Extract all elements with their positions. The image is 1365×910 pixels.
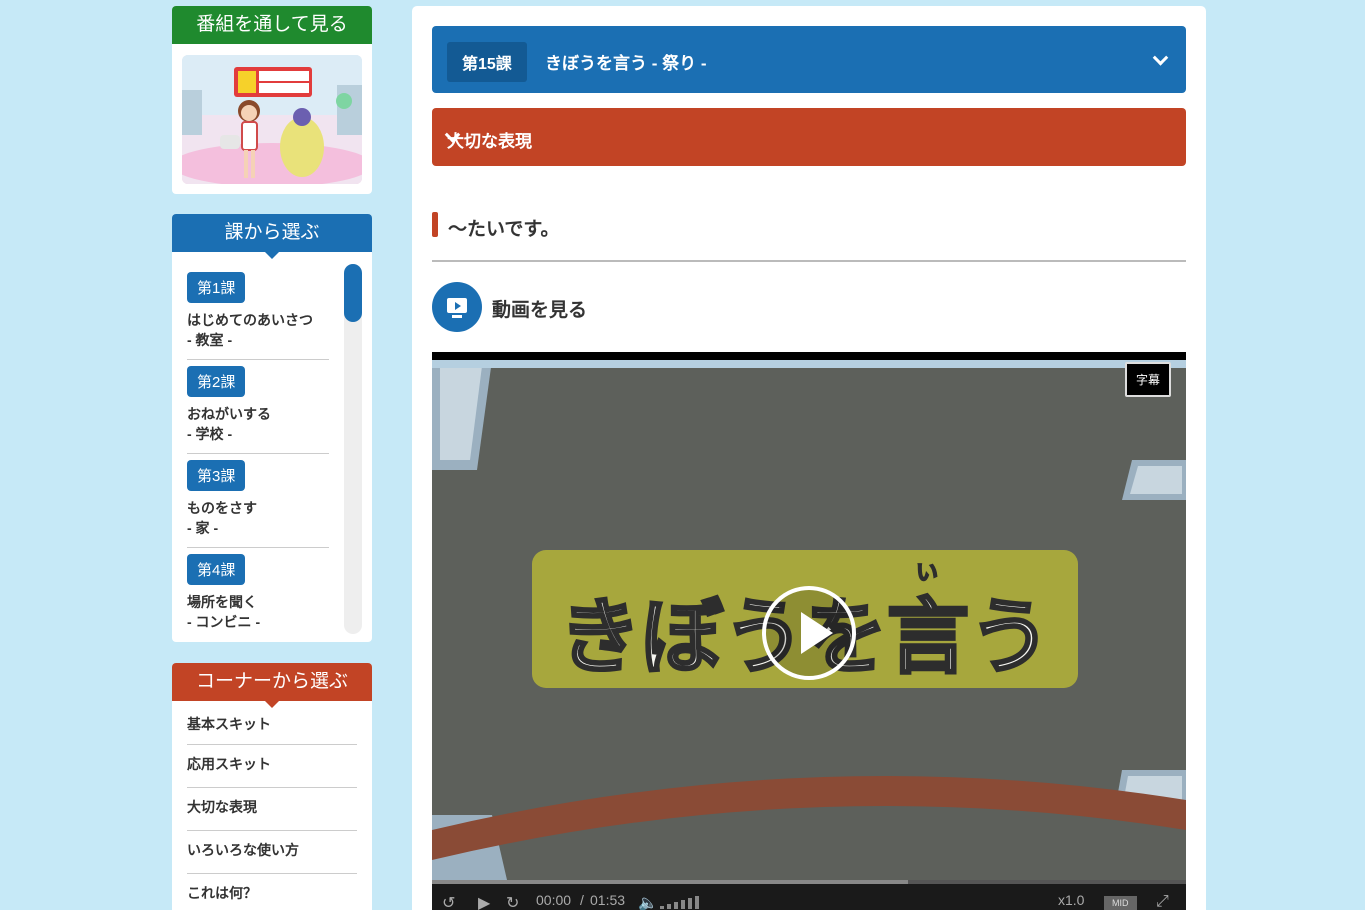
play-icon[interactable]: ▶ (478, 893, 490, 910)
main-panel: 第15課 きぼうを言う - 祭り - 大切な表現 〜たいです。 動画を見る きぼ… (412, 6, 1206, 910)
section-title: 大切な表現 (447, 132, 532, 151)
play-button-large[interactable] (762, 586, 856, 680)
video-icon (432, 282, 482, 332)
program-card: 番組を通して見る (172, 6, 372, 194)
lesson-item-3[interactable]: 第3課 ものをさす - 家 - (187, 454, 329, 548)
program-thumbnail-illustration (182, 55, 362, 184)
corner-item-key-expression[interactable]: 大切な表現 (187, 788, 357, 831)
lessons-card-title: 課から選ぶ (172, 214, 372, 259)
lesson-item-4[interactable]: 第4課 場所を聞く - コンビニ - (187, 548, 329, 642)
corner-card-title: コーナーから選ぶ (172, 663, 372, 708)
lesson-name: 場所を聞く - コンビニ - (187, 594, 261, 630)
lesson-name: おねがいする - 学校 - (187, 406, 271, 442)
lesson-title: きぼうを言う - 祭り - (545, 54, 707, 73)
title-card-furigana: い (916, 561, 938, 586)
lesson-name: はじめてのあいさつ - 教室 - (187, 312, 313, 348)
lesson-item-1[interactable]: 第1課 はじめてのあいさつ - 教室 - (187, 266, 329, 360)
expression-heading: 〜たいです。 (432, 212, 1186, 262)
corner-item-basic-skit[interactable]: 基本スキット (187, 705, 357, 745)
quality-button[interactable]: MID (1104, 896, 1137, 910)
watch-video-label: 動画を見る (492, 300, 588, 321)
heading-accent-bar (432, 212, 438, 237)
program-thumbnail[interactable] (182, 55, 362, 184)
volume-slider[interactable] (660, 893, 702, 909)
forward-icon[interactable]: ↻ (506, 893, 519, 910)
section-dropdown[interactable]: 大切な表現 (432, 108, 1186, 166)
corner-item-applied-skit[interactable]: 応用スキット (187, 745, 357, 788)
corner-item-what-is-this[interactable]: これは何？ (187, 874, 357, 910)
duration: 01:53 (590, 892, 626, 908)
lesson-number-badge: 第15課 (447, 42, 527, 82)
current-time: 00:00 (536, 892, 572, 908)
corner-card: コーナーから選ぶ 基本スキット 応用スキット 大切な表現 いろいろな使い方 これ… (172, 663, 372, 910)
lesson-item-2[interactable]: 第2課 おねがいする - 学校 - (187, 360, 329, 454)
fullscreen-icon[interactable]: ⤢ (1156, 893, 1169, 910)
lesson-name: ものをさす - 家 - (187, 500, 257, 536)
lesson-dropdown[interactable]: 第15課 きぼうを言う - 祭り - (432, 26, 1186, 93)
speed-selector[interactable]: x1.0 (1058, 892, 1084, 908)
corner-item-various-uses[interactable]: いろいろな使い方 (187, 831, 357, 874)
subtitle-button[interactable]: 字幕 (1124, 362, 1171, 397)
video-player[interactable]: きぼうを言う い 字幕 ↺ ▶ ↻ 00:00 / 01:53 🔈 x1.0 M… (432, 352, 1186, 910)
lesson-badge: 第4課 (187, 554, 246, 585)
lessons-card: 課から選ぶ 第1課 はじめてのあいさつ - 教室 - 第2課 おねがいする - 学校… (172, 214, 372, 642)
lesson-badge: 第3課 (187, 460, 246, 491)
program-card-title: 番組を通して見る (172, 6, 372, 44)
player-controls: ↺ ▶ ↻ 00:00 / 01:53 🔈 x1.0 MID ⤢ (432, 884, 1186, 910)
expression-text: 〜たいです。 (448, 219, 560, 240)
rewind-icon[interactable]: ↺ (442, 893, 455, 910)
chevron-down-icon (1152, 49, 1169, 66)
lesson-list: 第1課 はじめてのあいさつ - 教室 - 第2課 おねがいする - 学校 - 第3課… (187, 266, 329, 642)
time-separator: / (580, 892, 584, 908)
lesson-badge: 第2課 (187, 366, 246, 397)
corner-list: 基本スキット 応用スキット 大切な表現 いろいろな使い方 これは何？ (187, 705, 357, 910)
lesson-list-scroll-thumb[interactable] (344, 264, 362, 322)
lesson-badge: 第1課 (187, 272, 246, 303)
volume-icon[interactable]: 🔈 (638, 893, 658, 910)
